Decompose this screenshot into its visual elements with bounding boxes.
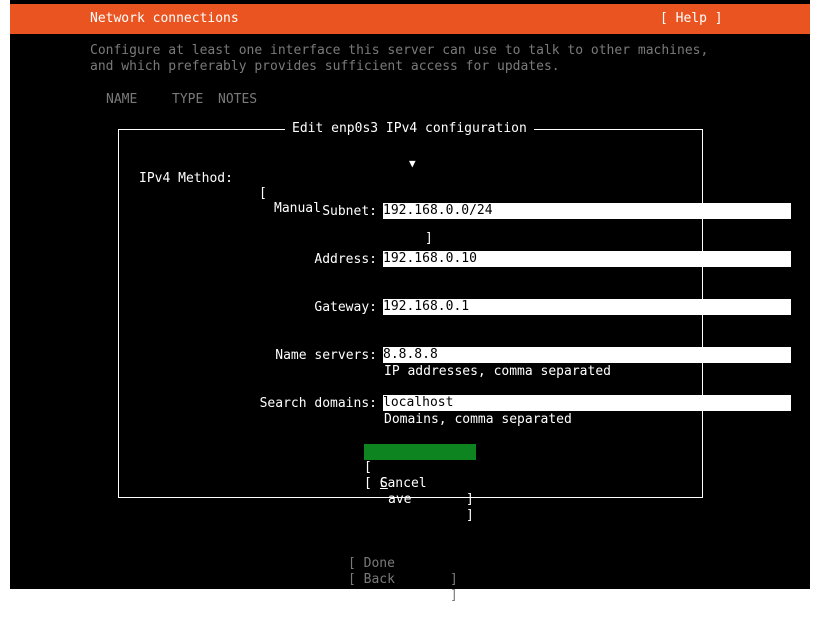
back-button[interactable]: [ Back ] (348, 556, 460, 603)
back-button-label: [ Back (348, 572, 395, 587)
address-field[interactable]: 192.168.0.10 (383, 251, 791, 267)
subnet-field[interactable]: 192.168.0.0/24 (383, 203, 791, 219)
gateway-field[interactable]: 192.168.0.1 (383, 299, 791, 315)
name-servers-label: Name servers: (275, 348, 377, 363)
dialog-title: Edit enp0s3 IPv4 configuration (285, 121, 534, 136)
done-button[interactable]: [ Done ] (348, 540, 460, 587)
cancel-button[interactable]: [ Cancel ] (364, 460, 476, 507)
search-domains-hint: Domains, comma separated (384, 412, 572, 427)
save-button-close: ] (466, 508, 474, 523)
address-label: Address: (314, 252, 377, 267)
ipv4-method-open-bracket: [ (259, 186, 267, 201)
help-button[interactable]: [ Help ] (660, 11, 723, 26)
title-bar: Network connections [ Help ] (10, 4, 810, 34)
ipv4-method-close-bracket: ] (425, 231, 433, 246)
save-button[interactable]: [ S ave ] (364, 444, 476, 523)
description-line-2: and which preferably provides sufficient… (90, 59, 560, 74)
back-button-close: ] (450, 588, 458, 603)
cancel-button-close: ] (466, 492, 474, 507)
ipv4-method-label: IPv4 Method: (139, 171, 233, 186)
chevron-down-icon[interactable]: ▼ (409, 157, 416, 170)
search-domains-field[interactable]: localhost (383, 395, 791, 411)
name-servers-field[interactable]: 8.8.8.8 (383, 347, 791, 363)
gateway-label: Gateway: (314, 300, 377, 315)
search-domains-label: Search domains: (259, 396, 377, 411)
column-header-notes: NOTES (218, 92, 258, 107)
page-title: Network connections (90, 11, 239, 26)
name-servers-hint: IP addresses, comma separated (384, 364, 611, 379)
description-line-1: Configure at least one interface this se… (90, 43, 709, 58)
edit-ipv4-dialog: Edit enp0s3 IPv4 configuration IPv4 Meth… (118, 121, 791, 523)
subnet-label: Subnet: (322, 204, 377, 219)
column-header-name: NAME (106, 92, 138, 107)
terminal-screen: Network connections [ Help ] Configure a… (10, 0, 810, 603)
done-button-close: ] (450, 572, 458, 587)
cancel-button-label: [ Cancel (364, 476, 427, 491)
description-text: Configure at least one interface this se… (90, 43, 708, 75)
column-header-type: TYPE (172, 92, 204, 107)
